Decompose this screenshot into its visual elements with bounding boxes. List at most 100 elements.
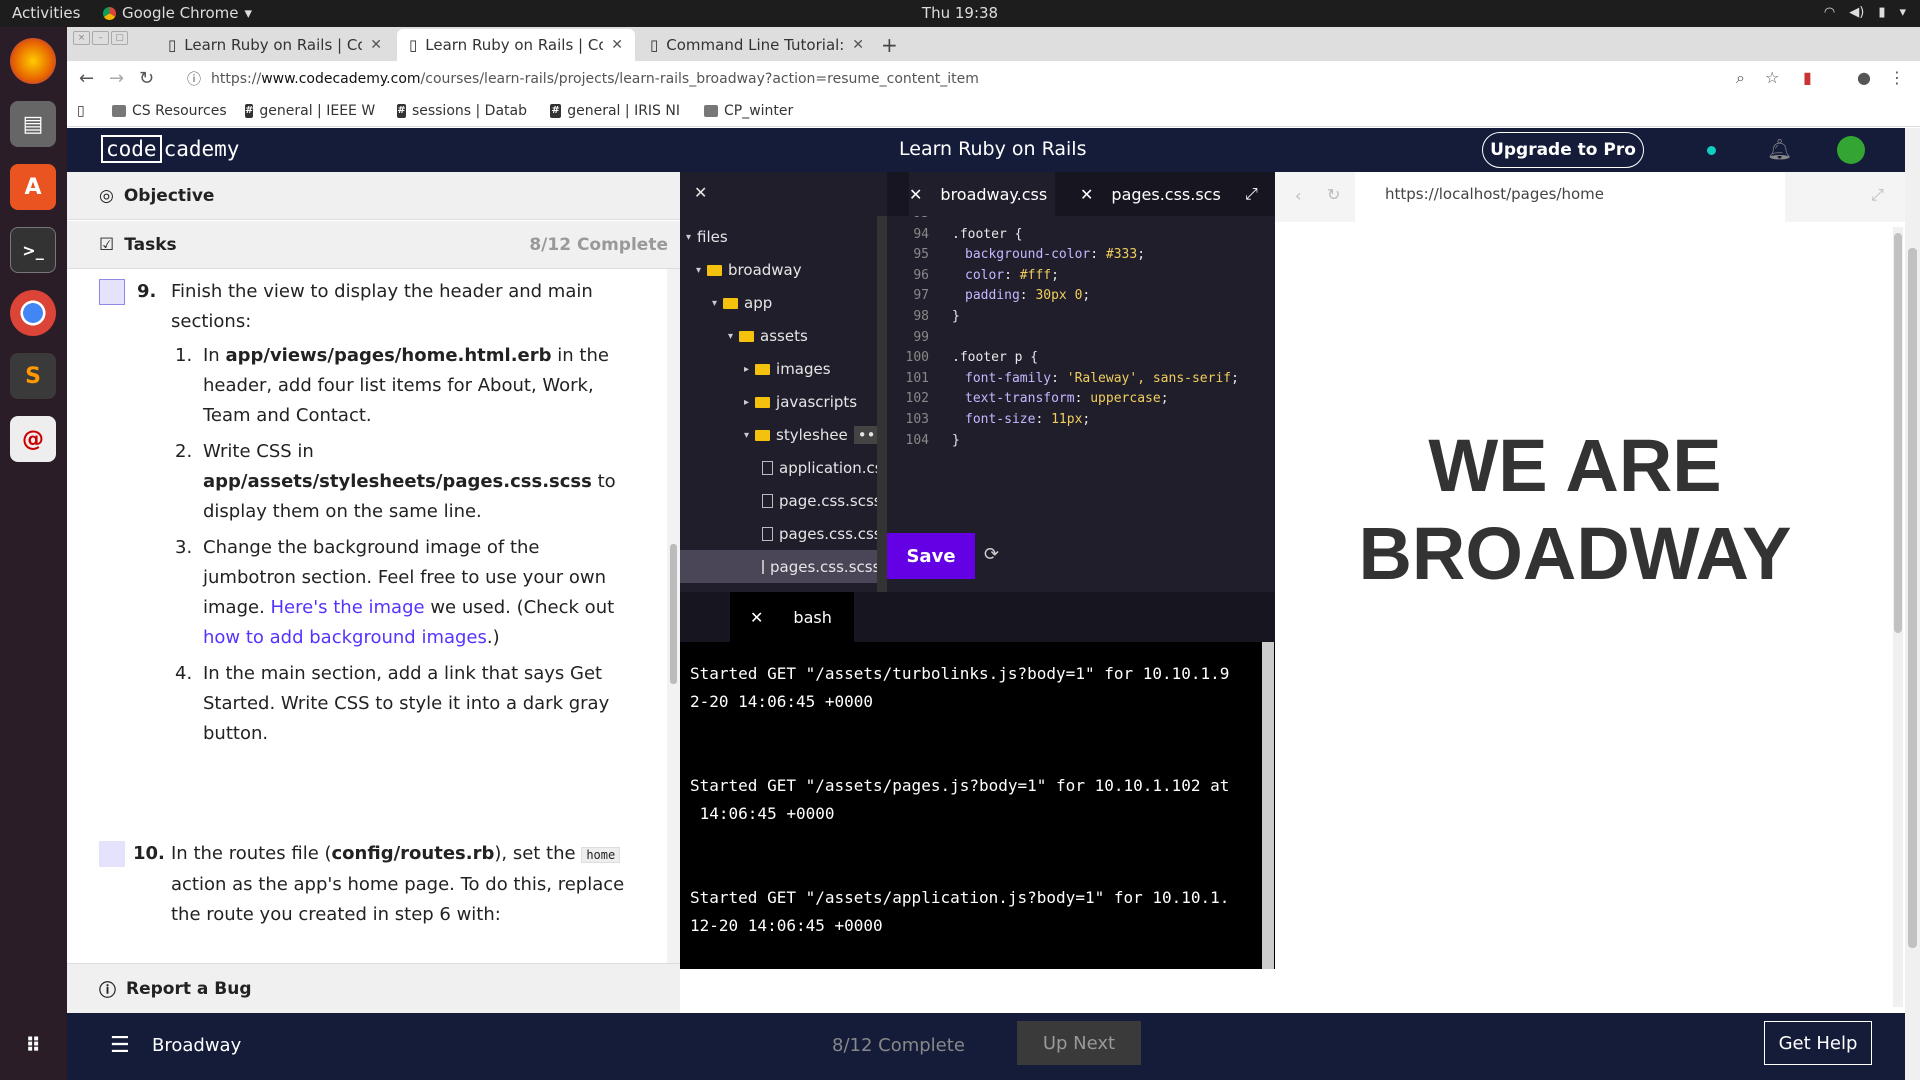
close-icon[interactable]: ✕ — [909, 185, 922, 204]
line-number: 94 — [913, 226, 929, 242]
upgrade-button[interactable]: Upgrade to Pro — [1482, 132, 1644, 168]
document-viewer-icon[interactable]: @ — [10, 416, 56, 462]
apps-page-icon[interactable]: ▯ — [77, 103, 85, 119]
zoom-icon[interactable]: ⌕ — [1736, 68, 1745, 88]
activities-button[interactable]: Activities — [12, 4, 80, 22]
css-property: background-color — [965, 247, 1091, 263]
report-bug-button[interactable]: ⓘ Report a Bug — [67, 963, 680, 1013]
image-link[interactable]: Here's the image — [271, 597, 425, 618]
scrollbar-thumb[interactable] — [670, 544, 677, 684]
forward-icon[interactable]: → — [109, 68, 124, 89]
subtask-text: Write CSS in — [203, 441, 314, 462]
folder-icon — [739, 330, 755, 342]
app-menu[interactable]: Google Chrome ▾ — [103, 4, 252, 22]
refresh-icon[interactable]: ↻ — [1327, 185, 1340, 204]
background-images-link[interactable]: how to add background images — [203, 627, 487, 648]
tree-folder-images[interactable]: ▸ images — [744, 360, 831, 378]
editor-tab[interactable]: ✕ broadway.css — [909, 172, 1056, 216]
get-help-button[interactable]: Get Help — [1764, 1021, 1872, 1065]
objective-header[interactable]: ◎ Objective — [67, 172, 680, 220]
address-bar[interactable]: ⓘ https://www.codecademy.com/courses/lear… — [175, 64, 1855, 94]
page-scrollbar[interactable] — [1905, 128, 1920, 1080]
help-circle-icon: ⓘ — [99, 981, 116, 1001]
new-tab-button[interactable]: + — [881, 33, 898, 57]
tasks-label: Tasks — [124, 234, 177, 255]
system-tray[interactable]: ◠ ◀) ▮ ▾ — [1824, 5, 1906, 20]
close-icon[interactable]: ✕ — [750, 608, 763, 627]
css-property: font-family — [965, 370, 1052, 386]
preview-url[interactable]: https://localhost/pages/home — [1385, 185, 1604, 203]
scrollbar-thumb[interactable] — [1908, 248, 1917, 948]
objective-label: Objective — [123, 185, 215, 206]
lesson-scrollbar[interactable] — [667, 269, 680, 974]
back-icon[interactable]: ← — [79, 68, 94, 89]
tree-file-selected[interactable]: pages.css.scss — [680, 550, 880, 583]
tree-file[interactable]: page.css.scss — [762, 492, 882, 510]
sublime-text-icon[interactable]: S — [10, 353, 56, 399]
bookmark-cp-winter[interactable]: CP_winter — [704, 103, 793, 119]
firefox-icon[interactable] — [10, 38, 56, 84]
tree-folder-app[interactable]: ▾ app — [712, 294, 772, 312]
profile-avatar-icon[interactable]: ● — [1857, 68, 1871, 87]
tree-folder-stylesheets[interactable]: ▾ styleshee ••• — [744, 426, 889, 444]
task-checkbox[interactable] — [99, 279, 125, 305]
tree-file[interactable]: application.css — [762, 459, 890, 477]
up-next-button[interactable]: Up Next — [1017, 1021, 1141, 1065]
bookmark-ieee[interactable]: # general | IEEE W — [245, 103, 375, 119]
bookmark-sessions[interactable]: # sessions | Datab — [397, 103, 527, 119]
tab-3[interactable]: ▯ Command Line Tutorial: L ✕ — [638, 29, 876, 61]
menu-icon[interactable]: ⋮ — [1889, 68, 1905, 87]
window-maximize-icon[interactable]: ▢ — [111, 31, 128, 45]
bookmark-star-icon[interactable]: ☆ — [1765, 68, 1779, 87]
bookmark-cs-resources[interactable]: CS Resources — [112, 103, 227, 119]
chrome-dock-icon[interactable] — [10, 290, 56, 336]
checkbox-icon: ☑ — [99, 234, 115, 255]
window-minimize-icon[interactable]: – — [92, 31, 109, 45]
window-close-icon[interactable]: × — [73, 31, 90, 45]
line-number: 104 — [905, 432, 929, 448]
terminal-icon[interactable]: >_ — [10, 227, 56, 273]
tab-1[interactable]: ▯ Learn Ruby on Rails | Code ✕ — [156, 29, 394, 61]
tree-file[interactable]: pages.css.css — [762, 525, 882, 543]
show-apps-icon[interactable]: ⠿ — [10, 1022, 56, 1068]
codecademy-logo[interactable]: code cademy — [101, 135, 239, 163]
tab-2-active[interactable]: ▯ Learn Ruby on Rails | Code ✕ — [397, 29, 635, 61]
terminal-scrollbar[interactable] — [1262, 642, 1274, 969]
expand-icon[interactable]: ⤢ — [1245, 184, 1258, 204]
tasks-header[interactable]: ☑ Tasks 8/12 Complete — [67, 221, 680, 269]
tree-folder-broadway[interactable]: ▾ broadway — [696, 261, 802, 279]
bookmark-iris[interactable]: # general | IRIS NI — [550, 103, 680, 119]
tab-close-icon[interactable]: ✕ — [852, 37, 864, 53]
avatar[interactable] — [1837, 136, 1865, 164]
clock[interactable]: Thu 19:38 — [922, 4, 998, 22]
back-icon[interactable]: ‹ — [1295, 186, 1301, 205]
tree-folder-javascripts[interactable]: ▸ javascripts — [744, 393, 857, 411]
code-area[interactable]: 93 94 .footer {95 background-color: #333; 96… — [887, 216, 1275, 533]
bell-icon[interactable]: 🔔︎ — [1767, 137, 1792, 161]
hamburger-menu-icon[interactable]: ☰ — [110, 1033, 130, 1058]
preview-scrollbar[interactable] — [1893, 227, 1903, 1007]
tree-scrollbar[interactable] — [877, 216, 887, 592]
expand-icon[interactable]: ⤢ — [1871, 185, 1884, 205]
reload-icon[interactable]: ↻ — [139, 68, 154, 89]
terminal-panel: ✕ bash Started GET "/assets/turbolinks.js… — [680, 592, 1275, 969]
terminal-tab[interactable]: ✕ bash — [730, 592, 854, 642]
save-button[interactable]: Save — [887, 533, 975, 579]
files-icon[interactable]: ▤ — [10, 101, 56, 147]
slack-hash-icon: # — [550, 104, 562, 118]
tree-root[interactable]: ▾ files — [686, 228, 728, 246]
editor-tab[interactable]: ✕ pages.css.scs — [1080, 172, 1240, 216]
caret-down-icon: ▾ — [696, 264, 702, 276]
extension-icon[interactable]: ▮ — [1803, 68, 1812, 87]
task-checkbox[interactable] — [99, 841, 125, 867]
tree-folder-assets[interactable]: ▾ assets — [728, 327, 808, 345]
software-center-icon[interactable]: A — [10, 164, 56, 210]
tree-label: assets — [760, 327, 808, 345]
reset-icon[interactable]: ⟳ — [984, 544, 999, 565]
tab-close-icon[interactable]: ✕ — [370, 37, 382, 53]
close-icon[interactable]: ✕ — [1080, 185, 1093, 204]
tab-title: Learn Ruby on Rails | Code — [184, 36, 363, 54]
close-icon[interactable]: ✕ — [694, 183, 707, 202]
terminal-tabs: ✕ bash — [680, 592, 1275, 642]
tab-close-icon[interactable]: ✕ — [611, 37, 623, 53]
